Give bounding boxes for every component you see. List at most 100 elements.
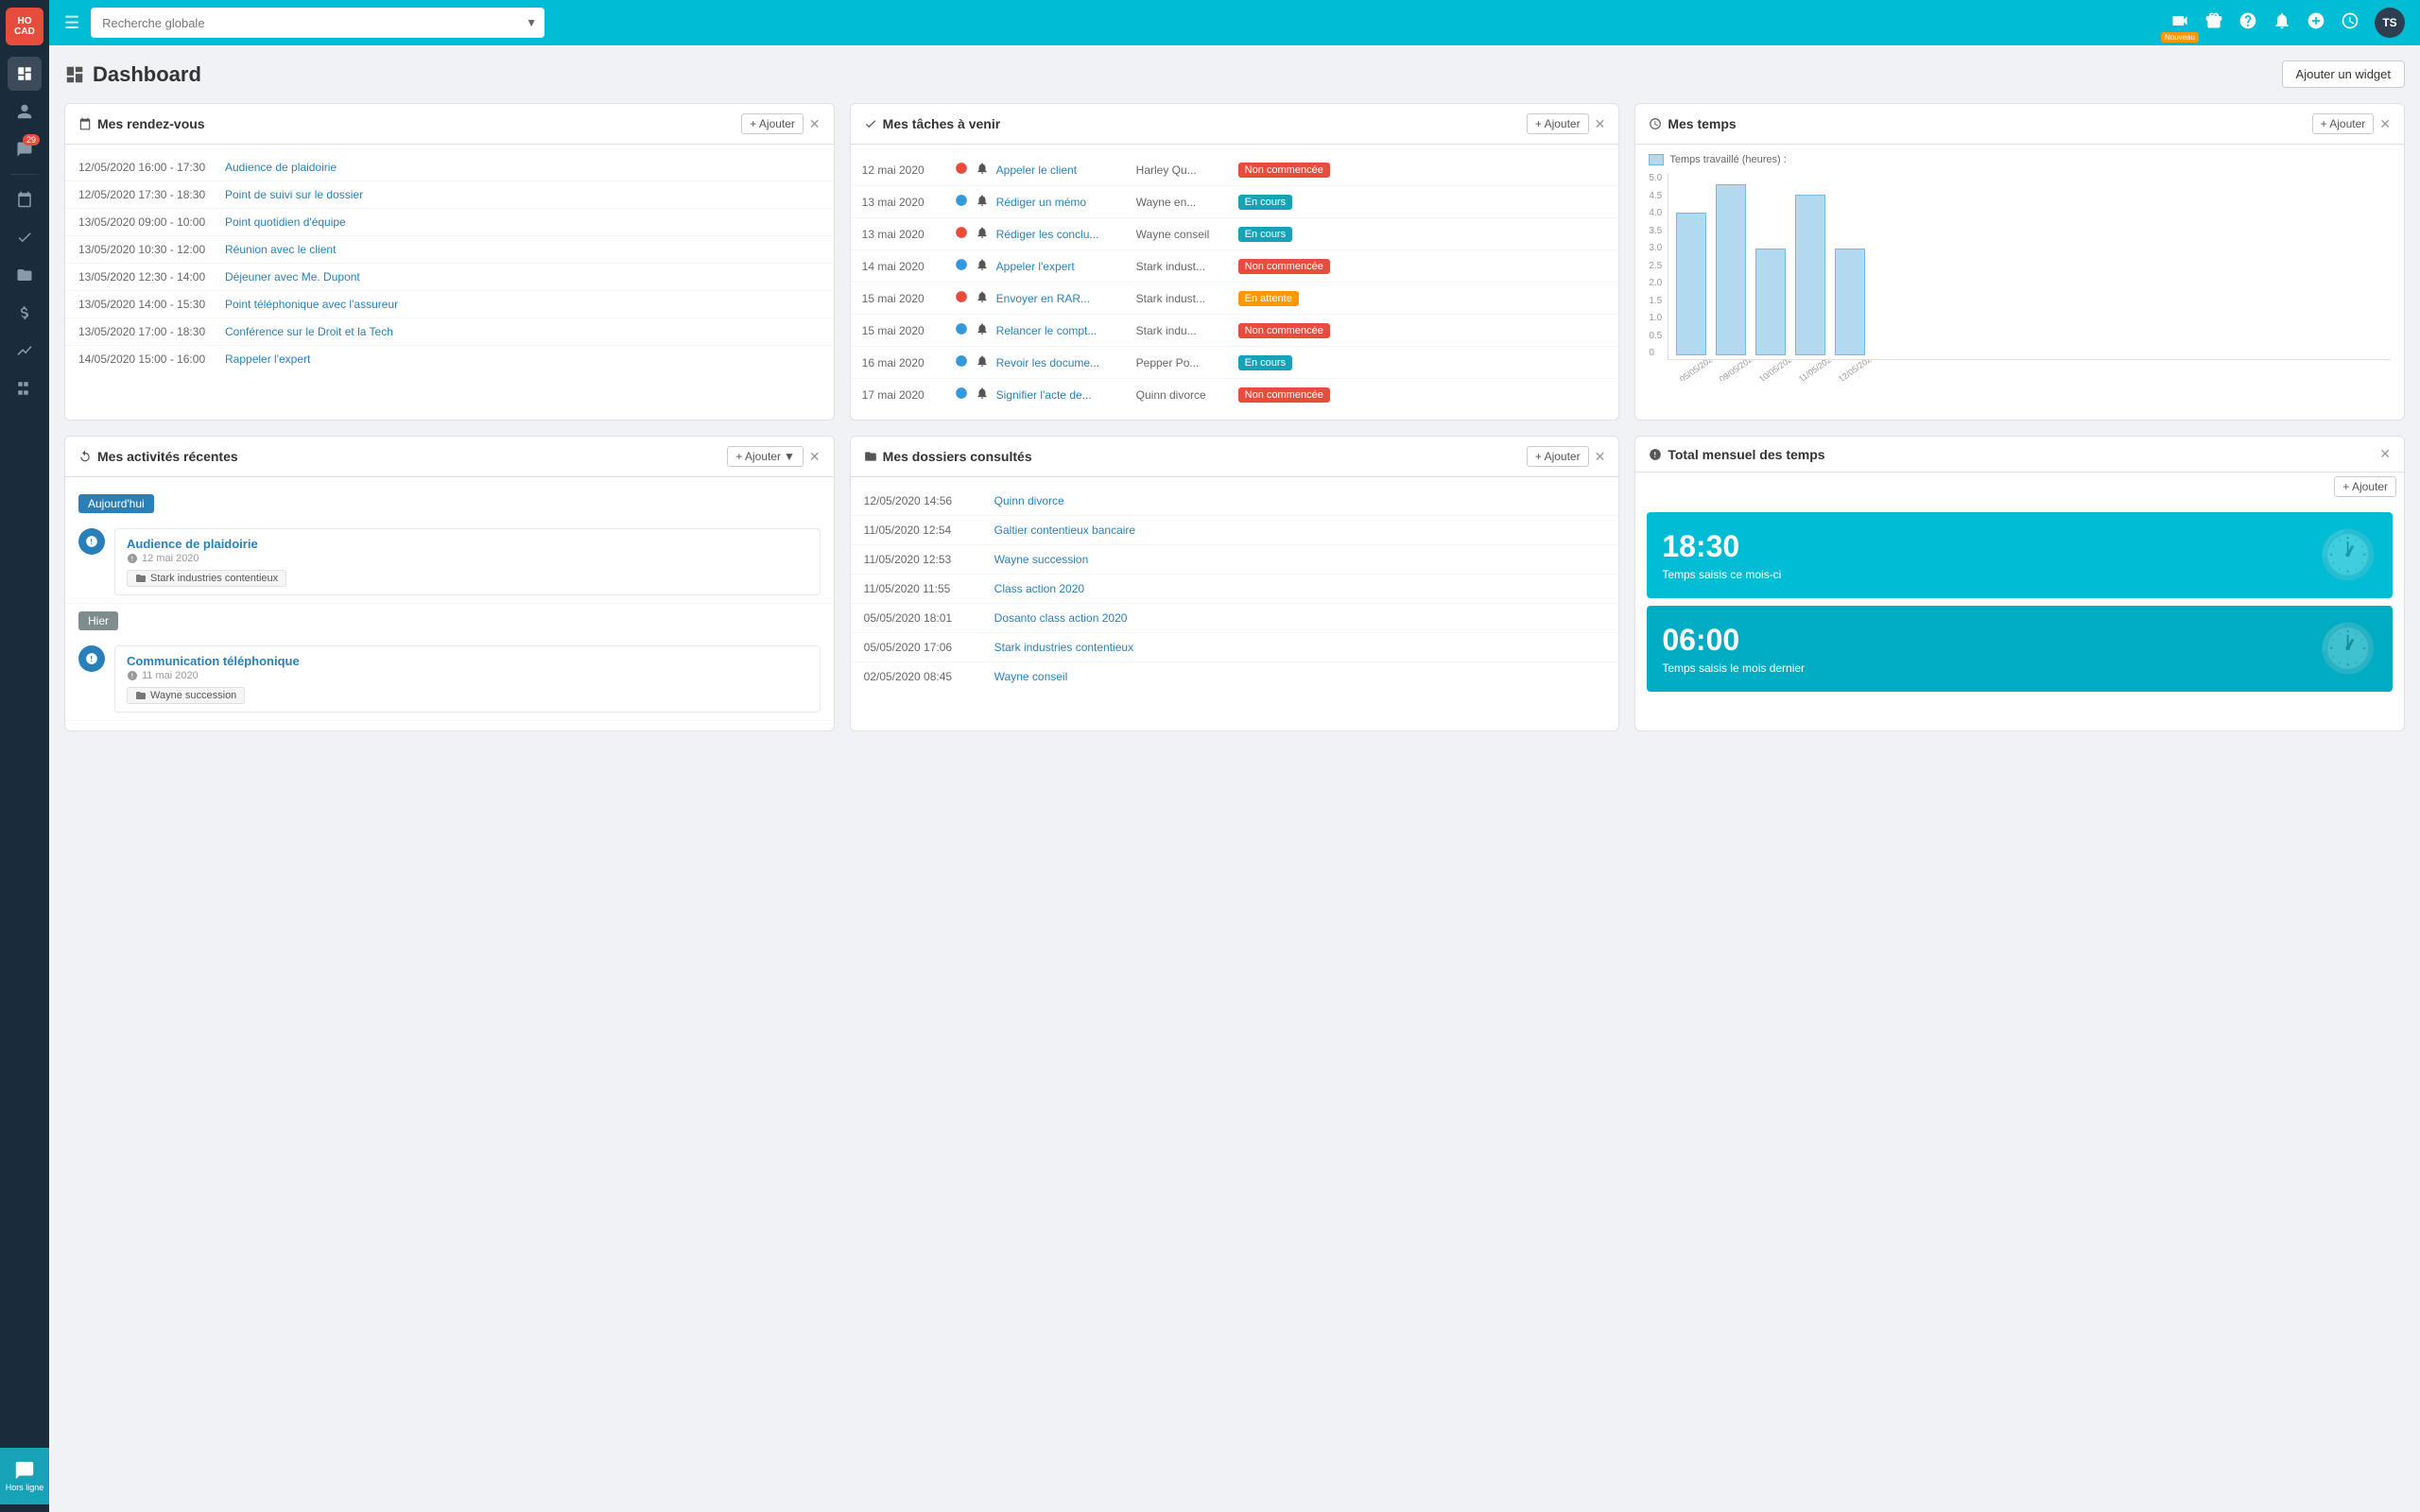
search-input[interactable] <box>91 8 544 38</box>
chart-y-label: 3.5 <box>1649 226 1662 236</box>
appt-link[interactable]: Conférence sur le Droit et la Tech <box>225 325 393 338</box>
dossier-link[interactable]: Quinn divorce <box>994 494 1064 507</box>
dossier-link[interactable]: Wayne conseil <box>994 670 1068 683</box>
tasks-add-button[interactable]: + Ajouter <box>1527 113 1589 134</box>
appt-link[interactable]: Point quotidien d'équipe <box>225 215 346 229</box>
dossier-link[interactable]: Stark industries contentieux <box>994 641 1133 654</box>
chart-x-label: 09/05/2020 <box>1718 360 1748 381</box>
chat-widget[interactable]: Hors ligne <box>0 1448 49 1504</box>
user-avatar[interactable]: TS <box>2375 8 2405 38</box>
appt-link[interactable]: Rappeler l'expert <box>225 352 310 366</box>
total-temps-close[interactable]: ✕ <box>2379 446 2391 462</box>
sidebar-item-settings[interactable] <box>8 371 42 405</box>
sidebar-item-calendar[interactable] <box>8 182 42 216</box>
current-time-info: 18:30 Temps saisis ce mois-ci <box>1662 529 1781 581</box>
task-assignee: Wayne conseil <box>1136 228 1231 241</box>
activities-close-button[interactable]: ✕ <box>809 449 821 465</box>
task-link[interactable]: Appeler l'expert <box>996 260 1129 273</box>
video-icon[interactable]: Nouveau <box>2170 11 2189 35</box>
appointments-add-button[interactable]: + Ajouter <box>741 113 804 134</box>
activity-item-comm: Communication téléphonique 11 mai 2020 W… <box>65 638 834 721</box>
sidebar-item-dossiers[interactable] <box>8 258 42 292</box>
tasks-close-button[interactable]: ✕ <box>1595 116 1606 132</box>
sidebar-item-reports[interactable] <box>8 334 42 368</box>
temps-add-button[interactable]: + Ajouter <box>2312 113 2375 134</box>
dossier-link[interactable]: Galtier contentieux bancaire <box>994 524 1135 537</box>
task-item: 17 mai 2020 Signifier l'acte de... Quinn… <box>851 379 1619 410</box>
task-link[interactable]: Signifier l'acte de... <box>996 388 1129 402</box>
task-link[interactable]: Envoyer en RAR... <box>996 292 1129 305</box>
task-assignee: Stark indu... <box>1136 324 1231 337</box>
dossiers-add-button[interactable]: + Ajouter <box>1527 446 1589 467</box>
notifications-icon[interactable] <box>2273 11 2291 35</box>
dossiers-close-button[interactable]: ✕ <box>1595 449 1606 465</box>
dossier-item: 11/05/2020 12:53 Wayne succession <box>851 545 1619 575</box>
task-link[interactable]: Rédiger un mémo <box>996 196 1129 209</box>
sidebar-item-billing[interactable] <box>8 296 42 330</box>
chart-y-label: 1.0 <box>1649 313 1662 323</box>
total-temps-widget: Total mensuel des temps ✕ + Ajouter 18:3… <box>1634 436 2405 731</box>
sidebar: HO CAD 29 Hors ligne <box>0 0 49 1512</box>
task-date: 13 mai 2020 <box>862 196 947 209</box>
dossier-link[interactable]: Wayne succession <box>994 553 1089 566</box>
app-logo[interactable]: HO CAD <box>6 8 43 45</box>
total-temps-title: Total mensuel des temps <box>1649 447 1824 462</box>
add-icon[interactable] <box>2307 11 2325 35</box>
sidebar-item-dashboard[interactable] <box>8 57 42 91</box>
dossier-link[interactable]: Dosanto class action 2020 <box>994 611 1128 625</box>
total-add-button[interactable]: + Ajouter <box>2334 476 2396 497</box>
task-link[interactable]: Relancer le compt... <box>996 324 1129 337</box>
appt-link[interactable]: Point téléphonique avec l'assureur <box>225 298 398 311</box>
task-link[interactable]: Revoir les docume... <box>996 356 1129 369</box>
activity-meta: 12 mai 2020 <box>127 553 808 564</box>
task-item: 12 mai 2020 Appeler le client Harley Qu.… <box>851 154 1619 186</box>
task-assignee: Harley Qu... <box>1136 163 1231 177</box>
dossier-item: 05/05/2020 17:06 Stark industries conten… <box>851 633 1619 662</box>
chart-x-label: 10/05/2020 <box>1757 360 1788 381</box>
clock-icon[interactable] <box>2341 11 2360 35</box>
task-link[interactable]: Appeler le client <box>996 163 1129 177</box>
hamburger-menu[interactable]: ☰ <box>64 13 79 33</box>
temps-close-button[interactable]: ✕ <box>2379 116 2391 132</box>
activity-icon <box>78 528 105 555</box>
sidebar-item-tasks[interactable] <box>8 220 42 254</box>
dossier-time: 12/05/2020 14:56 <box>864 494 987 507</box>
chart-x-label: 05/05/2020 <box>1678 360 1708 381</box>
gift-icon[interactable] <box>2204 11 2223 35</box>
nouveau-badge: Nouveau <box>2161 32 2199 43</box>
chart-x-labels: 05/05/202009/05/202010/05/202011/05/2020… <box>1668 360 2391 381</box>
task-bell-icon <box>976 162 989 178</box>
add-widget-button[interactable]: Ajouter un widget <box>2282 60 2405 88</box>
dossier-time: 05/05/2020 17:06 <box>864 641 987 654</box>
search-container: ▼ <box>91 8 544 38</box>
clock-decoration: 🕐 <box>2319 527 2377 583</box>
appt-link[interactable]: Réunion avec le client <box>225 243 336 256</box>
task-priority-icon <box>955 387 968 403</box>
chart-y-label: 2.5 <box>1649 261 1662 271</box>
appt-link[interactable]: Déjeuner avec Me. Dupont <box>225 270 360 284</box>
sidebar-item-contacts[interactable] <box>8 94 42 129</box>
appt-link[interactable]: Point de suivi sur le dossier <box>225 188 363 201</box>
messages-badge: 29 <box>23 134 40 146</box>
activity-item-plaidoirie: Audience de plaidoirie 12 mai 2020 Stark… <box>65 521 834 604</box>
appointments-close-button[interactable]: ✕ <box>809 116 821 132</box>
sidebar-item-messages[interactable]: 29 <box>8 132 42 166</box>
activities-add-button[interactable]: + Ajouter ▼ <box>727 446 804 467</box>
help-icon[interactable] <box>2238 11 2257 35</box>
appt-link[interactable]: Audience de plaidoirie <box>225 161 337 174</box>
chart-bars-container: 05/05/202009/05/202010/05/202011/05/2020… <box>1668 173 2391 381</box>
appointment-item: 13/05/2020 10:30 - 12:00 Réunion avec le… <box>65 236 834 264</box>
task-item: 13 mai 2020 Rédiger les conclu... Wayne … <box>851 218 1619 250</box>
current-month-card: 18:30 Temps saisis ce mois-ci 🕐 <box>1647 512 2393 598</box>
appointments-list: 12/05/2020 16:00 - 17:30 Audience de pla… <box>65 145 834 382</box>
task-link[interactable]: Rédiger les conclu... <box>996 228 1129 241</box>
chart-y-axis: 5.04.54.03.53.02.52.01.51.00.50 <box>1649 173 1668 381</box>
dossier-time: 11/05/2020 12:53 <box>864 553 987 566</box>
chart-y-label: 5.0 <box>1649 173 1662 183</box>
chat-status: Hors ligne <box>6 1483 44 1492</box>
last-month-card: 06:00 Temps saisis le mois dernier 🕐 <box>1647 606 2393 692</box>
chart-y-label: 4.5 <box>1649 191 1662 201</box>
dossier-time: 11/05/2020 12:54 <box>864 524 987 537</box>
task-priority-icon <box>955 194 968 210</box>
dossier-link[interactable]: Class action 2020 <box>994 582 1084 595</box>
